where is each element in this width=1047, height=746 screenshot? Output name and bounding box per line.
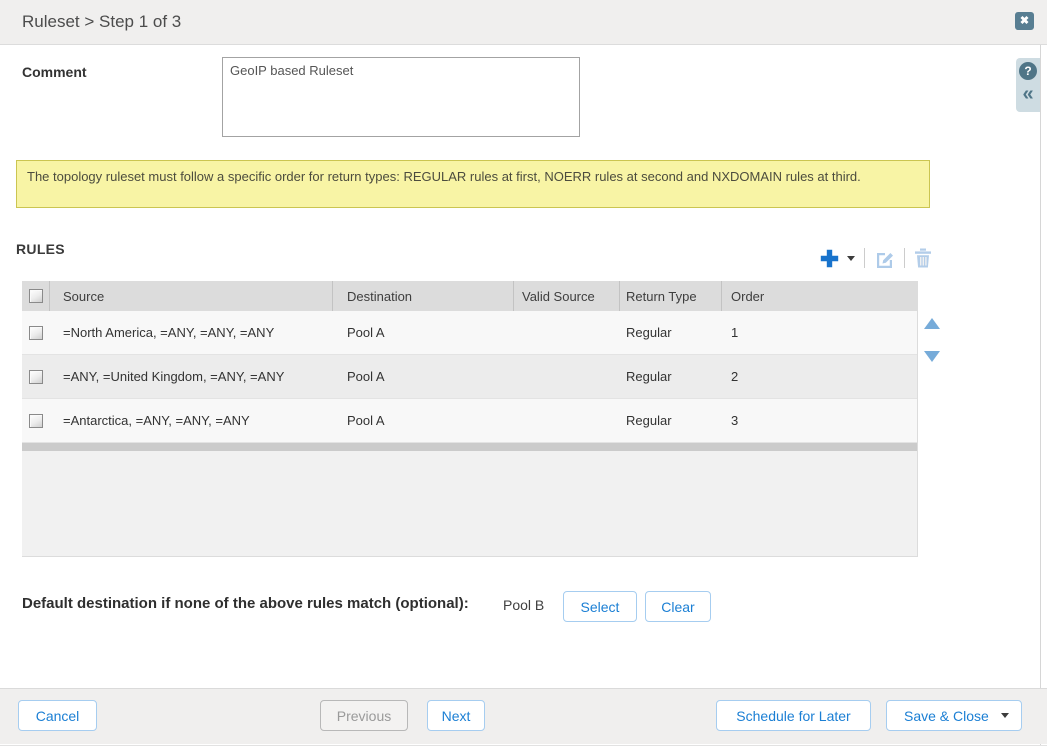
dialog-titlebar: Ruleset > Step 1 of 3 ✖ <box>0 0 1047 45</box>
rule-destination: Pool A <box>333 399 514 442</box>
rule-valid-source <box>514 311 620 354</box>
previous-button[interactable]: Previous <box>320 700 408 731</box>
default-destination-label: Default destination if none of the above… <box>22 595 469 612</box>
rules-table-header: Source Destination Valid Source Return T… <box>22 281 917 311</box>
page-title: Ruleset > Step 1 of 3 <box>22 0 181 44</box>
column-header-return-type[interactable]: Return Type <box>620 281 722 311</box>
comment-input[interactable]: GeoIP based Ruleset <box>222 57 580 137</box>
rule-order: 1 <box>722 311 917 354</box>
plus-icon <box>819 248 840 269</box>
toolbar-divider <box>904 248 905 268</box>
rules-toolbar <box>819 247 932 269</box>
table-row[interactable]: =ANY, =United Kingdom, =ANY, =ANY Pool A… <box>22 355 917 399</box>
save-and-close-label: Save & Close <box>904 708 989 724</box>
rules-table: Source Destination Valid Source Return T… <box>22 281 918 557</box>
rule-destination: Pool A <box>333 311 514 354</box>
column-header-destination[interactable]: Destination <box>333 281 514 311</box>
rule-source: =North America, =ANY, =ANY, =ANY <box>50 311 333 354</box>
rule-valid-source <box>514 399 620 442</box>
table-row[interactable]: =North America, =ANY, =ANY, =ANY Pool A … <box>22 311 917 355</box>
help-strip: ? « <box>1016 58 1040 112</box>
column-header-valid-source[interactable]: Valid Source <box>514 281 620 311</box>
comment-label: Comment <box>22 64 87 80</box>
rule-order: 2 <box>722 355 917 398</box>
move-rule-down-icon[interactable] <box>924 351 940 362</box>
dialog-footer: Cancel Previous Next Schedule for Later … <box>0 688 1047 744</box>
add-rule-button[interactable] <box>819 248 840 269</box>
rule-return-type: Regular <box>620 311 722 354</box>
horizontal-scrollbar[interactable] <box>22 443 917 451</box>
rule-return-type: Regular <box>620 355 722 398</box>
rule-source: =ANY, =United Kingdom, =ANY, =ANY <box>50 355 333 398</box>
order-notice: The topology ruleset must follow a speci… <box>16 160 930 208</box>
row-checkbox[interactable] <box>29 414 43 428</box>
column-header-order[interactable]: Order <box>722 281 917 311</box>
select-all-checkbox[interactable] <box>29 289 43 303</box>
clear-destination-button[interactable]: Clear <box>645 591 711 622</box>
save-options-caret-icon[interactable] <box>1001 713 1009 718</box>
move-rule-up-icon[interactable] <box>924 318 940 329</box>
schedule-for-later-button[interactable]: Schedule for Later <box>716 700 871 731</box>
rule-source: =Antarctica, =ANY, =ANY, =ANY <box>50 399 333 442</box>
add-rule-dropdown-caret-icon[interactable] <box>847 256 855 261</box>
edit-icon <box>874 248 895 269</box>
save-and-close-button[interactable]: Save & Close <box>886 700 1022 731</box>
row-checkbox[interactable] <box>29 370 43 384</box>
delete-rule-button[interactable] <box>914 248 932 268</box>
toolbar-divider <box>864 248 865 268</box>
ruleset-wizard-dialog: Ruleset > Step 1 of 3 ✖ ? « Comment GeoI… <box>0 0 1047 746</box>
rule-valid-source <box>514 355 620 398</box>
rule-order: 3 <box>722 399 917 442</box>
next-button[interactable]: Next <box>427 700 485 731</box>
trash-icon <box>914 248 932 268</box>
table-empty-area <box>22 451 917 554</box>
rule-destination: Pool A <box>333 355 514 398</box>
rule-return-type: Regular <box>620 399 722 442</box>
cancel-button[interactable]: Cancel <box>18 700 97 731</box>
edit-rule-button[interactable] <box>874 248 895 269</box>
default-destination-value: Pool B <box>503 597 544 613</box>
select-destination-button[interactable]: Select <box>563 591 637 622</box>
collapse-panel-icon[interactable]: « <box>1020 82 1036 106</box>
close-button[interactable]: ✖ <box>1015 12 1034 30</box>
rules-section-title: RULES <box>16 241 65 257</box>
help-icon[interactable]: ? <box>1019 62 1037 80</box>
table-row[interactable]: =Antarctica, =ANY, =ANY, =ANY Pool A Reg… <box>22 399 917 443</box>
row-checkbox[interactable] <box>29 326 43 340</box>
panel-edge-divider <box>1040 45 1041 746</box>
close-icon: ✖ <box>1020 15 1029 27</box>
column-header-source[interactable]: Source <box>50 281 333 311</box>
